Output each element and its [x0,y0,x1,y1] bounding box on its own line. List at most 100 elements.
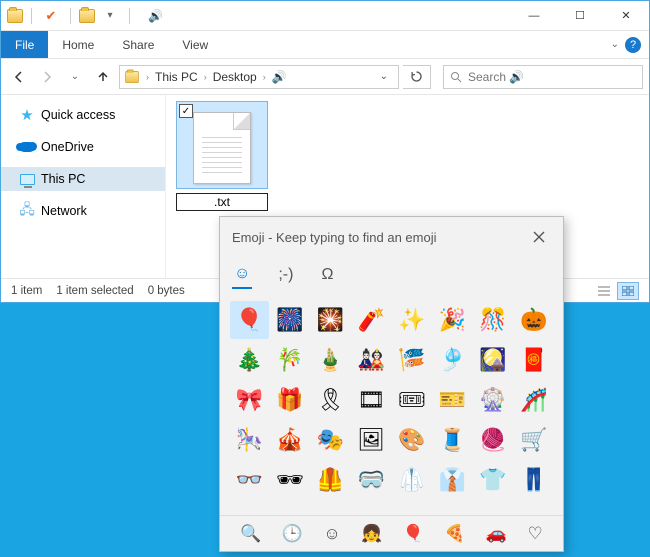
status-selected-count: 1 item selected [56,285,133,297]
emoji-cell[interactable]: 🎢 [514,381,553,419]
emoji-cell[interactable]: 🎭 [311,421,350,459]
file-name-editor[interactable]: .txt [176,193,268,211]
emoji-cell[interactable]: 🎇 [311,301,350,339]
emoji-cell[interactable]: 🧨 [352,301,391,339]
emoji-cell[interactable]: 👕 [474,461,513,499]
emoji-tabs: ☺ ;-) Ω [220,257,563,293]
emoji-category[interactable]: 👧 [361,524,382,544]
emoji-tab-symbols[interactable]: Ω [319,262,335,288]
breadcrumb-dropdown-icon[interactable]: ⌄ [374,71,394,82]
recent-dropdown-icon[interactable]: ⌄ [63,65,87,89]
ribbon-file-tab[interactable]: File [1,31,48,58]
status-item-count: 1 item [11,285,42,297]
emoji-cell[interactable]: 🥼 [393,461,432,499]
emoji-cell[interactable]: 🎠 [230,421,269,459]
status-size: 0 bytes [148,285,185,297]
chevron-right-icon[interactable]: › [200,72,211,82]
emoji-cell[interactable]: 🎋 [271,341,310,379]
emoji-cell[interactable]: 👔 [433,461,472,499]
emoji-cell[interactable]: 🎊 [474,301,513,339]
emoji-cell[interactable]: 🎨 [393,421,432,459]
sidebar-item-this-pc[interactable]: This PC [1,167,165,191]
app-icon [7,9,23,23]
refresh-button[interactable] [403,65,431,89]
sidebar-item-label: Quick access [41,108,115,122]
breadcrumb-item[interactable]: 🔊 [272,70,287,84]
emoji-tab-emoji[interactable]: ☺ [232,261,252,289]
ribbon-tab-view[interactable]: View [168,31,222,58]
emoji-category[interactable]: ☺ [323,524,340,544]
emoji-cell[interactable]: 🎆 [271,301,310,339]
titlebar[interactable]: ✔ ▾ 🔊 — ☐ ✕ [1,1,649,31]
qat-properties-icon[interactable]: ✔ [40,5,62,27]
emoji-cell[interactable]: 🛒 [514,421,553,459]
sidebar-item-network[interactable]: 🖧 Network [1,199,165,223]
qat-customize-icon[interactable]: ▾ [99,5,121,27]
breadcrumb-root-icon[interactable] [125,71,139,83]
breadcrumb-item[interactable]: Desktop [213,70,257,84]
emoji-category[interactable]: 🍕 [444,524,465,544]
emoji-cell[interactable]: 🎡 [474,381,513,419]
file-item[interactable]: ✓ .txt [176,101,268,211]
emoji-cell[interactable]: 🎄 [230,341,269,379]
ribbon-tab-share[interactable]: Share [108,31,168,58]
maximize-button[interactable]: ☐ [557,1,603,31]
chevron-right-icon[interactable]: › [142,72,153,82]
emoji-cell[interactable]: 🧶 [474,421,513,459]
text-file-icon [193,112,251,184]
minimize-button[interactable]: — [511,1,557,31]
chevron-right-icon[interactable]: › [259,72,270,82]
emoji-category[interactable]: 🔍 [240,524,261,544]
emoji-cell[interactable]: 🎟 [393,381,432,419]
emoji-category[interactable]: ♡ [527,524,542,544]
emoji-tab-kaomoji[interactable]: ;-) [276,262,295,288]
ribbon-tab-home[interactable]: Home [48,31,108,58]
view-large-icons-button[interactable] [617,282,639,300]
view-details-button[interactable] [593,282,615,300]
emoji-cell[interactable]: ✨ [393,301,432,339]
breadcrumb[interactable]: › This PC › Desktop › 🔊 ⌄ [119,65,399,89]
onedrive-icon [19,139,35,155]
emoji-cell[interactable]: 🎍 [311,341,350,379]
help-icon[interactable]: ? [625,37,641,53]
emoji-cell[interactable]: 🎪 [271,421,310,459]
pc-icon [19,171,35,187]
sidebar-item-quick-access[interactable]: ★ Quick access [1,103,165,127]
emoji-cell[interactable]: 🎗 [311,381,350,419]
emoji-cell[interactable]: 👖 [514,461,553,499]
ribbon: File Home Share View ⌄ ? [1,31,649,59]
emoji-cell[interactable]: 🕶 [271,461,310,499]
back-button[interactable] [7,65,31,89]
emoji-cell[interactable]: 👓 [230,461,269,499]
emoji-cell[interactable]: 🎏 [393,341,432,379]
sidebar-item-onedrive[interactable]: OneDrive [1,135,165,159]
qat-newfolder-icon[interactable] [79,9,95,23]
emoji-cell[interactable]: 🎀 [230,381,269,419]
emoji-cell[interactable]: 🎫 [433,381,472,419]
emoji-category[interactable]: 🚗 [486,524,507,544]
search-input[interactable]: Search 🔊 [443,65,643,89]
emoji-cell[interactable]: 🎎 [352,341,391,379]
emoji-cell[interactable]: 🧵 [433,421,472,459]
emoji-cell[interactable]: 🦺 [311,461,350,499]
emoji-close-button[interactable] [527,225,551,249]
emoji-category[interactable]: 🎈 [403,524,424,544]
file-checkbox[interactable]: ✓ [179,104,193,118]
emoji-cell[interactable]: 🎉 [433,301,472,339]
ribbon-expand-icon[interactable]: ⌄ [611,39,619,50]
emoji-cell[interactable]: 🖼 [352,421,391,459]
emoji-cell[interactable]: 🎈 [230,301,269,339]
sidebar-item-label: OneDrive [41,140,94,154]
up-button[interactable] [91,65,115,89]
emoji-category[interactable]: 🕒 [282,524,303,544]
close-button[interactable]: ✕ [603,1,649,31]
emoji-cell[interactable]: 🎃 [514,301,553,339]
emoji-cell[interactable]: 🎐 [433,341,472,379]
emoji-cell[interactable]: 🎁 [271,381,310,419]
emoji-cell[interactable]: 🎑 [474,341,513,379]
emoji-cell[interactable]: 🎞 [352,381,391,419]
forward-button[interactable] [35,65,59,89]
emoji-cell[interactable]: 🧧 [514,341,553,379]
breadcrumb-item[interactable]: This PC [155,70,198,84]
emoji-cell[interactable]: 🥽 [352,461,391,499]
